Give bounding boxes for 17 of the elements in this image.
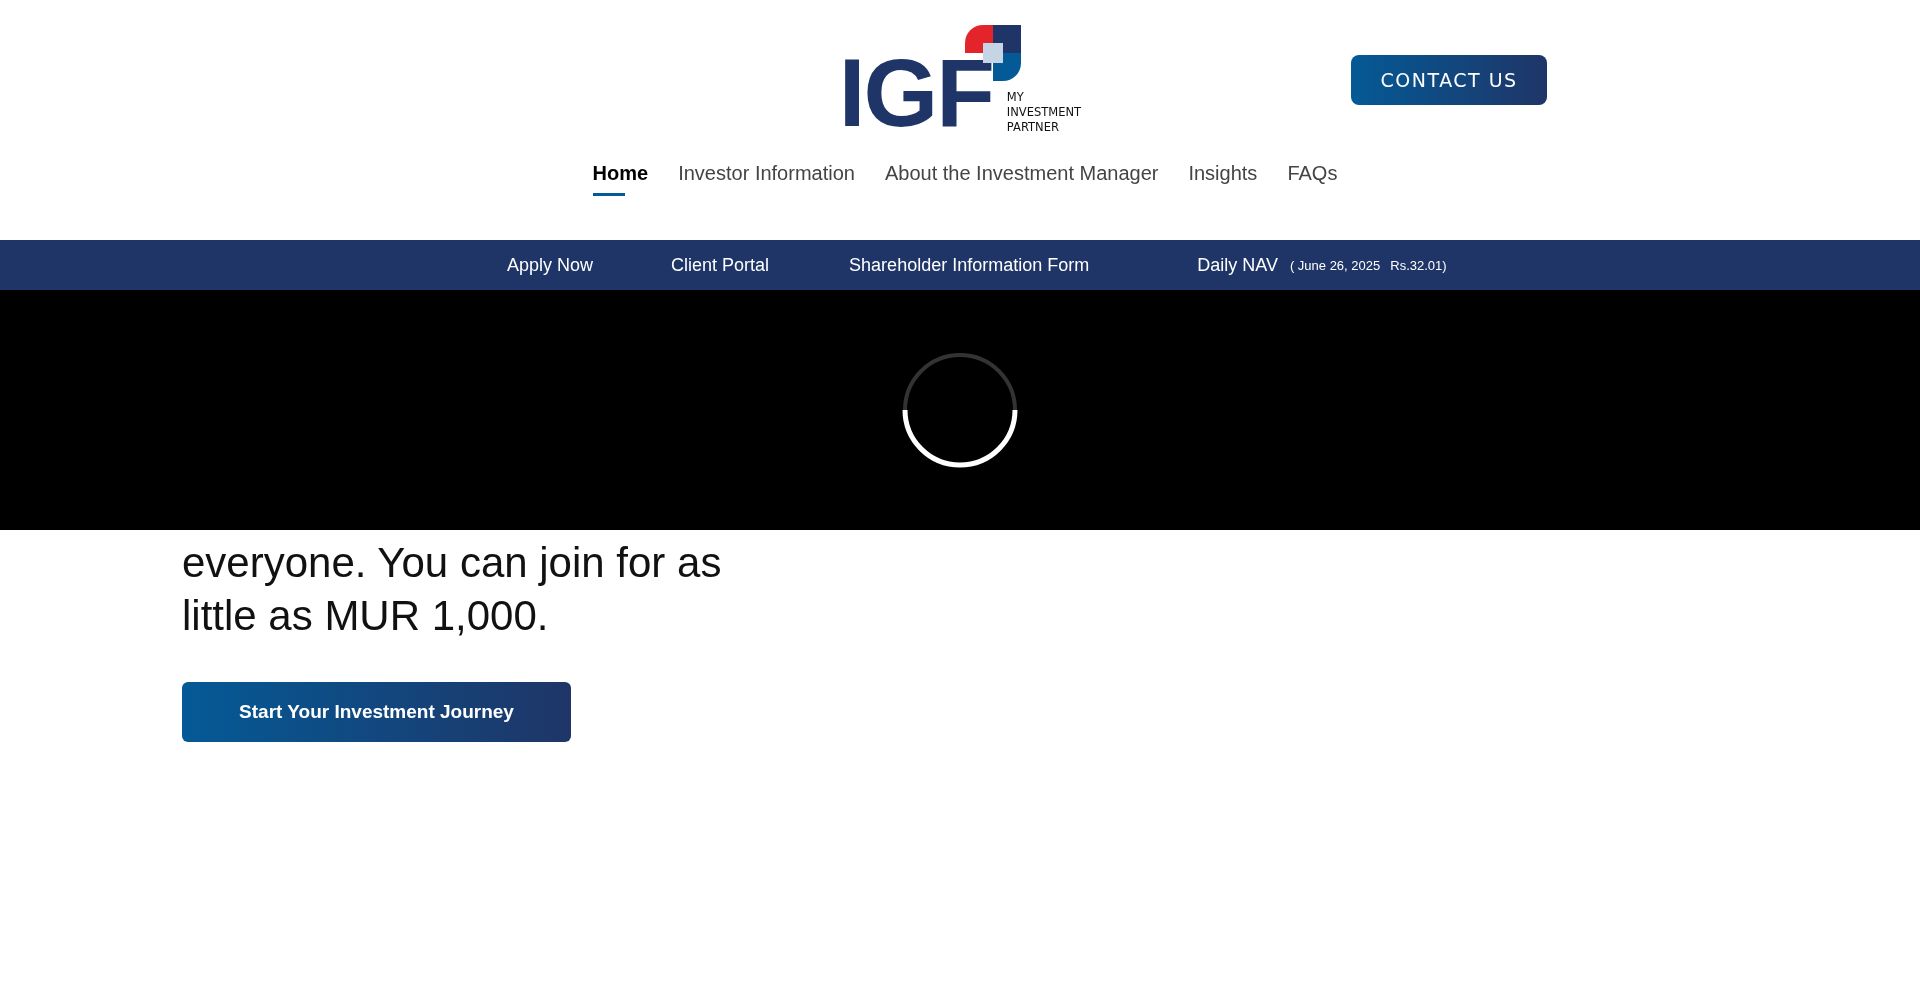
nav-link[interactable]: FAQs	[1287, 150, 1338, 195]
daily-nav-link[interactable]: Daily NAV	[1197, 254, 1278, 276]
sub-nav-link[interactable]: Shareholder Information Form	[849, 254, 1090, 276]
nav-link[interactable]: Home	[592, 150, 649, 195]
nav-price: Rs.32.01)	[1390, 257, 1447, 273]
video-player[interactable]	[0, 290, 1920, 530]
contact-button[interactable]: CONTACT US	[1351, 55, 1548, 105]
logo-tagline: MY INVESTMENT PARTNER	[1006, 90, 1082, 135]
sub-nav-link[interactable]: Client Portal	[671, 254, 770, 276]
nav-link[interactable]: Investor Information	[678, 150, 855, 195]
start-journey-button[interactable]: Start Your Investment Journey	[182, 682, 571, 742]
nav-link[interactable]: Insights	[1188, 150, 1258, 195]
logo-text: IGF	[838, 53, 993, 133]
nav-link[interactable]: About the Investment Manager	[884, 150, 1159, 195]
hero-text: everyone. You can join for as little as MUR 1,000.	[182, 538, 723, 641]
nav-date: ( June 26, 2025	[1289, 257, 1381, 273]
sub-nav-link[interactable]: Apply Now	[507, 254, 594, 276]
